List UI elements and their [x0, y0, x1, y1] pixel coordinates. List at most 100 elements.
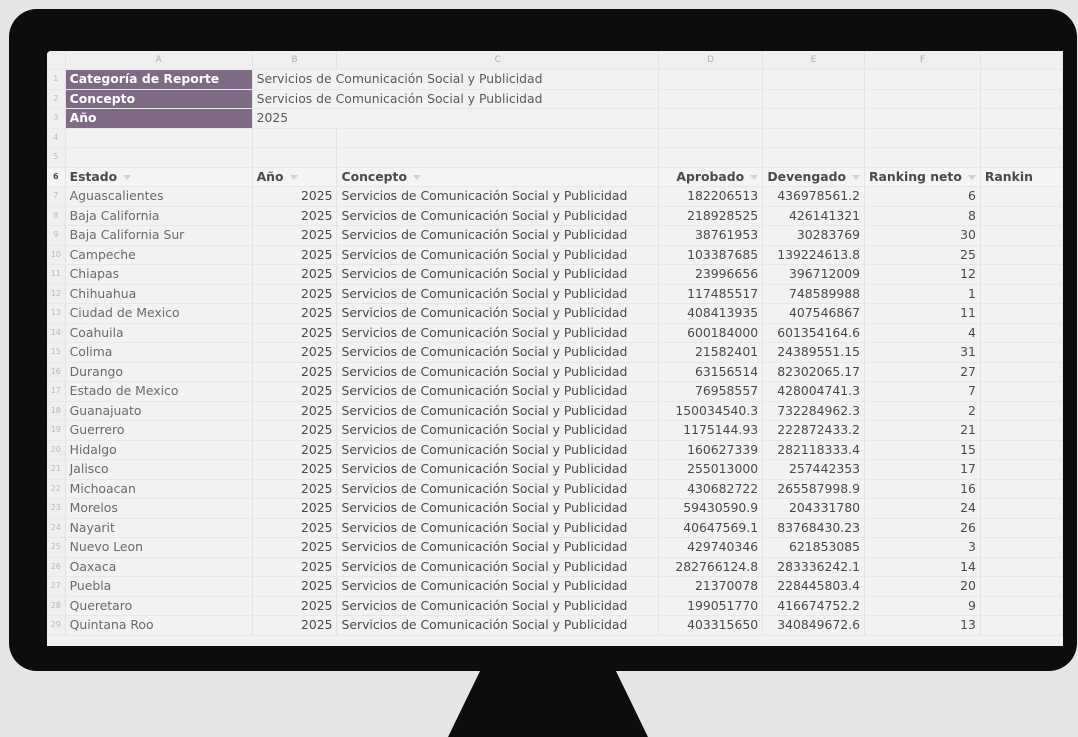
- table-cell[interactable]: 1175144.93: [658, 420, 764, 441]
- table-cell[interactable]: 31: [864, 342, 981, 363]
- table-cell[interactable]: 265587998.9: [762, 479, 865, 499]
- table-cell[interactable]: 182206513: [658, 186, 764, 207]
- table-cell[interactable]: 17: [864, 459, 981, 480]
- table-cell[interactable]: 30283769: [762, 225, 865, 246]
- table-cell[interactable]: Servicios de Comunicación Social y Publi…: [336, 225, 660, 246]
- empty-cell[interactable]: [980, 420, 1063, 441]
- table-cell[interactable]: 2025: [252, 381, 338, 402]
- table-cell[interactable]: 6: [864, 186, 981, 207]
- table-cell[interactable]: Ciudad de Mexico: [65, 303, 253, 324]
- table-cell[interactable]: 228445803.4: [762, 576, 865, 597]
- empty-cell[interactable]: [980, 284, 1063, 304]
- table-cell[interactable]: Coahuila: [65, 323, 253, 343]
- table-cell[interactable]: 408413935: [658, 303, 764, 324]
- empty-cell[interactable]: [980, 362, 1063, 382]
- table-cell[interactable]: 601354164.6: [762, 323, 865, 343]
- empty-cell[interactable]: [980, 440, 1063, 460]
- empty-cell[interactable]: [762, 89, 865, 109]
- table-cell[interactable]: Aguascalientes: [65, 186, 253, 207]
- empty-cell[interactable]: [658, 69, 764, 90]
- table-cell[interactable]: Servicios de Comunicación Social y Publi…: [336, 440, 660, 460]
- empty-cell[interactable]: [864, 89, 981, 109]
- empty-cell[interactable]: [980, 186, 1063, 207]
- empty-cell[interactable]: [980, 557, 1063, 577]
- empty-cell[interactable]: [252, 128, 338, 148]
- table-cell[interactable]: 15: [864, 440, 981, 460]
- table-cell[interactable]: 340849672.6: [762, 615, 865, 636]
- table-cell[interactable]: 13: [864, 615, 981, 636]
- table-cell[interactable]: 2025: [252, 225, 338, 246]
- empty-cell[interactable]: [65, 128, 253, 148]
- table-cell[interactable]: 3: [864, 537, 981, 558]
- column-header-c[interactable]: C: [336, 51, 660, 70]
- empty-cell[interactable]: [980, 89, 1063, 109]
- table-cell[interactable]: 2: [864, 401, 981, 421]
- meta-value[interactable]: Servicios de Comunicación Social y Publi…: [252, 89, 660, 109]
- row-number[interactable]: 9: [47, 225, 66, 246]
- table-cell[interactable]: 2025: [252, 576, 338, 597]
- column-header-d[interactable]: D: [658, 51, 764, 70]
- table-cell[interactable]: Colima: [65, 342, 253, 363]
- table-cell[interactable]: 21370078: [658, 576, 764, 597]
- empty-cell[interactable]: [658, 128, 764, 148]
- table-cell[interactable]: 117485517: [658, 284, 764, 304]
- table-cell[interactable]: 407546867: [762, 303, 865, 324]
- empty-cell[interactable]: [980, 342, 1063, 363]
- table-cell[interactable]: 25: [864, 245, 981, 265]
- row-number[interactable]: 24: [47, 518, 66, 538]
- table-cell[interactable]: 600184000: [658, 323, 764, 343]
- table-cell[interactable]: 2025: [252, 498, 338, 519]
- row-number[interactable]: 22: [47, 479, 66, 499]
- table-cell[interactable]: Servicios de Comunicación Social y Publi…: [336, 323, 660, 343]
- row-number[interactable]: 12: [47, 284, 66, 304]
- row-number[interactable]: 2: [47, 89, 66, 109]
- table-cell[interactable]: 2025: [252, 420, 338, 441]
- row-number[interactable]: 21: [47, 459, 66, 480]
- table-cell[interactable]: 2025: [252, 342, 338, 363]
- empty-cell[interactable]: [980, 108, 1063, 129]
- empty-cell[interactable]: [980, 323, 1063, 343]
- filter-dropdown-icon[interactable]: [289, 174, 298, 180]
- column-header-f[interactable]: F: [864, 51, 981, 70]
- table-cell[interactable]: 732284962.3: [762, 401, 865, 421]
- empty-cell[interactable]: [864, 128, 981, 148]
- table-cell[interactable]: 11: [864, 303, 981, 324]
- row-number[interactable]: 8: [47, 206, 66, 226]
- row-number[interactable]: 7: [47, 186, 66, 207]
- table-cell[interactable]: 2025: [252, 186, 338, 207]
- table-cell[interactable]: 429740346: [658, 537, 764, 558]
- row-number[interactable]: 1: [47, 69, 66, 90]
- table-cell[interactable]: Servicios de Comunicación Social y Publi…: [336, 342, 660, 363]
- row-number[interactable]: 16: [47, 362, 66, 382]
- empty-cell[interactable]: [980, 206, 1063, 226]
- table-cell[interactable]: 2025: [252, 518, 338, 538]
- empty-cell[interactable]: [762, 147, 865, 168]
- meta-label[interactable]: Año: [65, 108, 253, 129]
- table-cell[interactable]: 748589988: [762, 284, 865, 304]
- empty-cell[interactable]: [980, 479, 1063, 499]
- filter-dropdown-icon[interactable]: [123, 174, 132, 180]
- table-cell[interactable]: Servicios de Comunicación Social y Publi…: [336, 186, 660, 207]
- row-number[interactable]: 4: [47, 128, 66, 148]
- table-cell[interactable]: 282766124.8: [658, 557, 764, 577]
- empty-cell[interactable]: [980, 69, 1063, 90]
- table-cell[interactable]: 1: [864, 284, 981, 304]
- empty-cell[interactable]: [980, 225, 1063, 246]
- table-cell[interactable]: 2025: [252, 479, 338, 499]
- empty-cell[interactable]: [252, 147, 338, 168]
- row-number[interactable]: 25: [47, 537, 66, 558]
- row-number[interactable]: 27: [47, 576, 66, 597]
- table-cell[interactable]: 20: [864, 576, 981, 597]
- table-cell[interactable]: Hidalgo: [65, 440, 253, 460]
- table-cell[interactable]: 4: [864, 323, 981, 343]
- empty-cell[interactable]: [658, 147, 764, 168]
- table-cell[interactable]: Durango: [65, 362, 253, 382]
- table-cell[interactable]: 2025: [252, 362, 338, 382]
- header-cell[interactable]: Año: [252, 167, 338, 187]
- empty-cell[interactable]: [980, 537, 1063, 558]
- table-cell[interactable]: 2025: [252, 557, 338, 577]
- empty-cell[interactable]: [864, 147, 981, 168]
- table-cell[interactable]: Servicios de Comunicación Social y Publi…: [336, 303, 660, 324]
- corner-cell[interactable]: [47, 51, 66, 70]
- table-cell[interactable]: Baja California: [65, 206, 253, 226]
